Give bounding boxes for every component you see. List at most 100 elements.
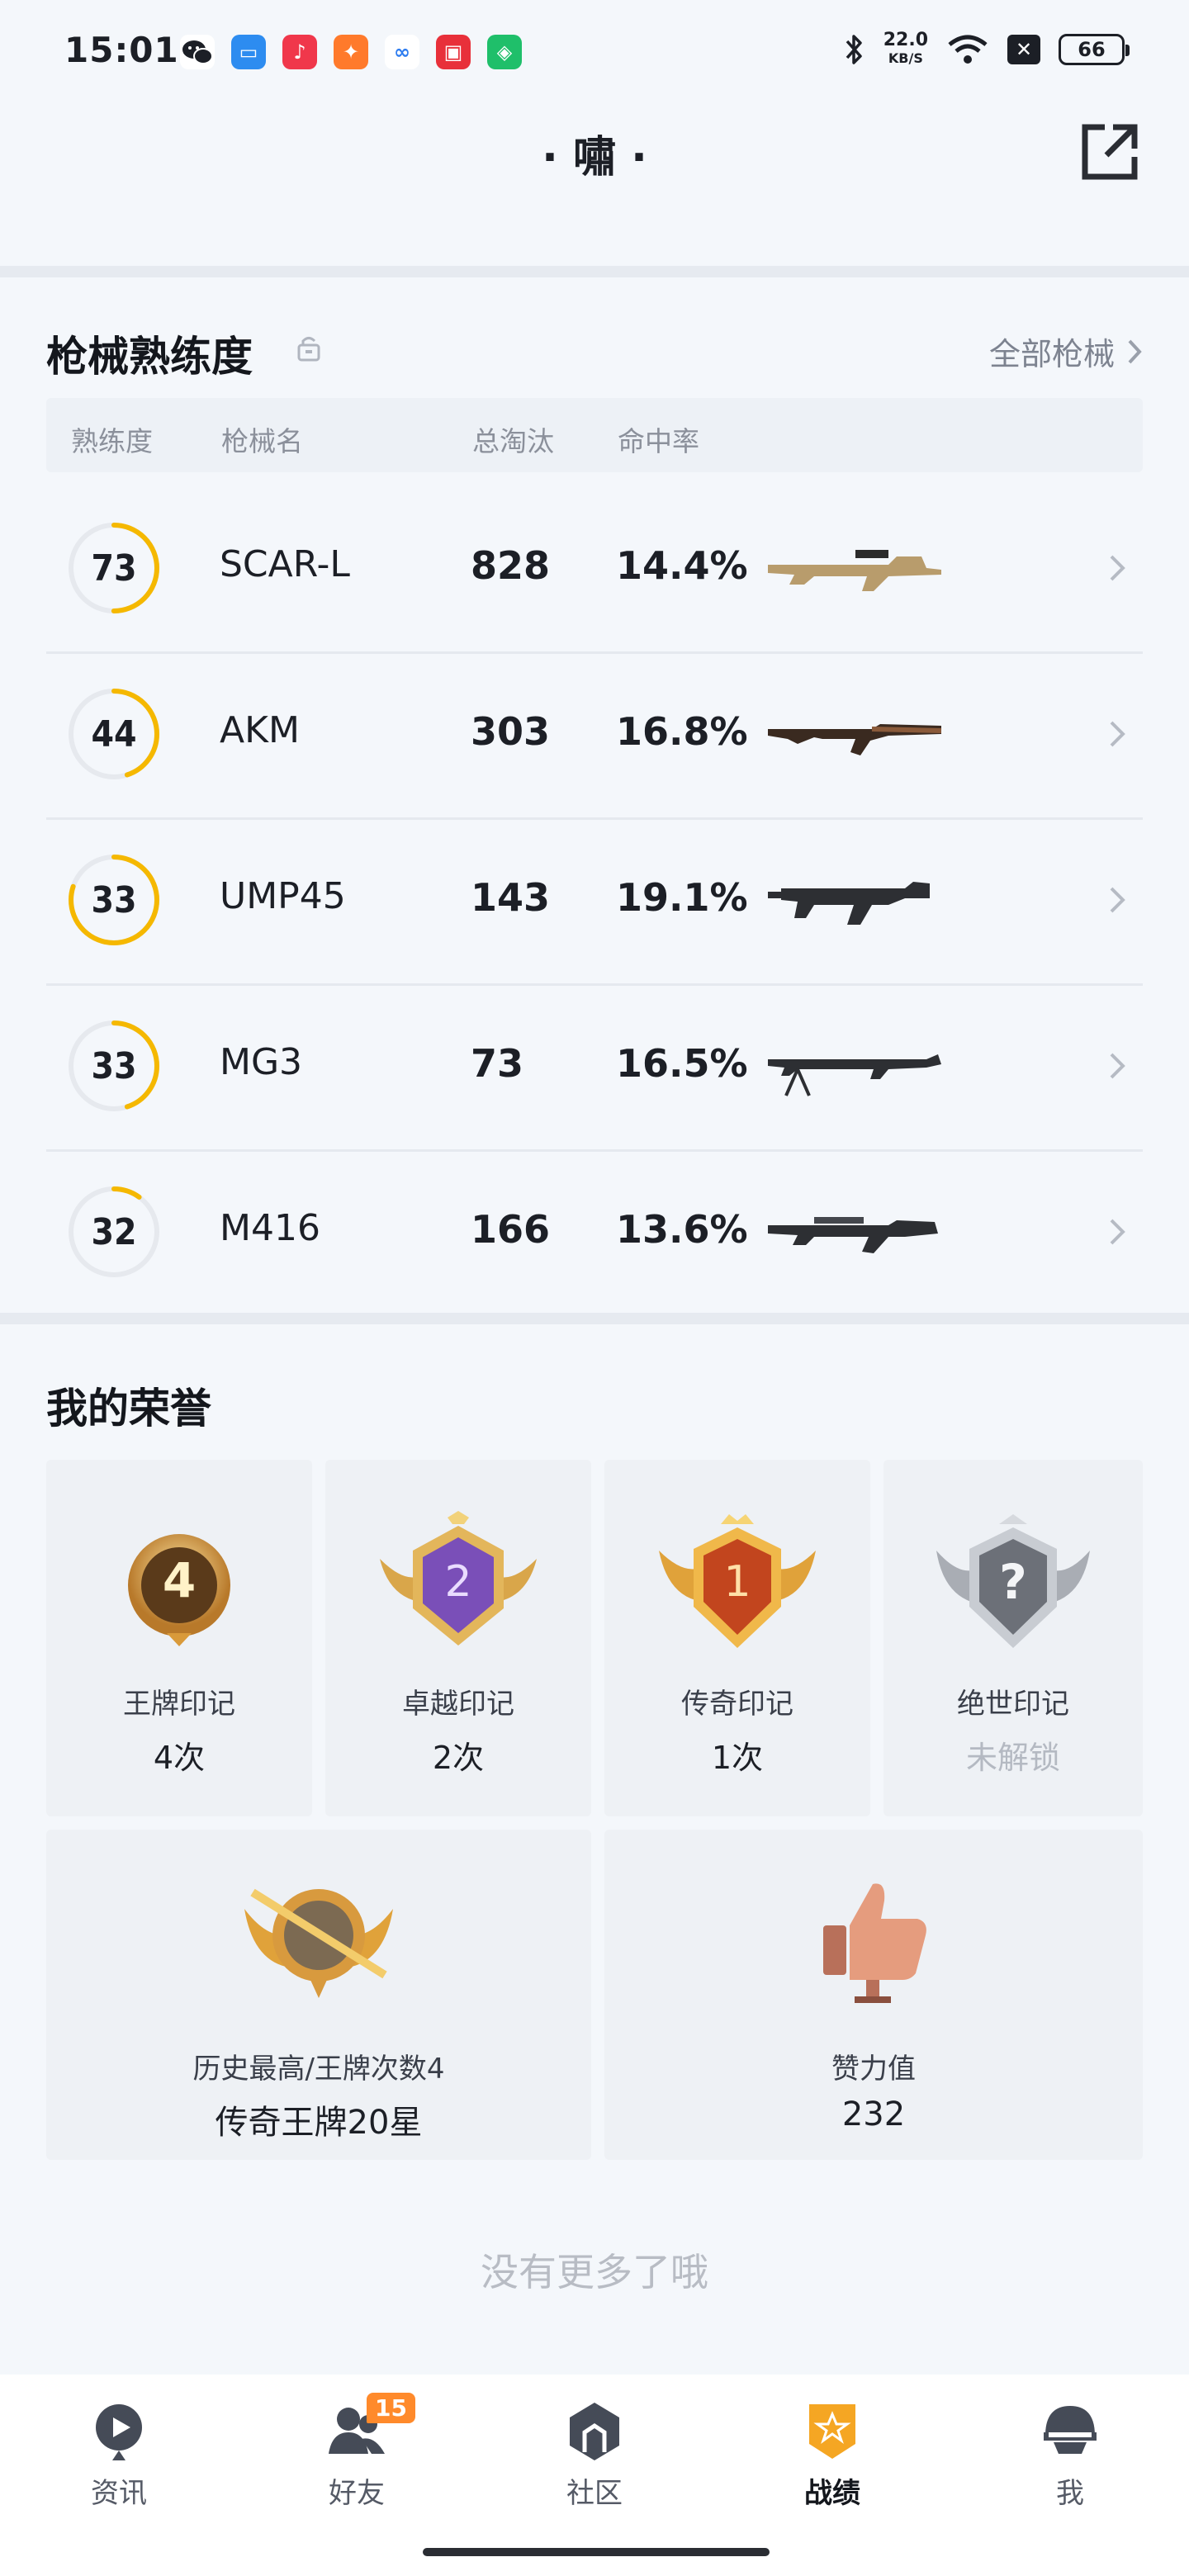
nav-item-news[interactable]: 资讯	[53, 2399, 185, 2523]
wechat-icon	[180, 35, 215, 69]
honor-value: 4次	[153, 1740, 206, 1776]
section-divider	[0, 266, 1189, 277]
weapon-image-icon	[768, 882, 930, 925]
section-divider	[0, 1313, 1189, 1324]
likes-label: 赞力值	[831, 2053, 916, 2086]
rank-emblem-icon	[244, 1888, 393, 1998]
weapon-image-icon	[768, 1217, 938, 1253]
nav-label: 战绩	[804, 2477, 860, 2510]
chevron-right-icon	[1128, 339, 1142, 363]
honor-value: 1次	[711, 1740, 764, 1776]
peerless-badge-symbol: ?	[999, 1554, 1027, 1610]
news-play-icon	[96, 2404, 142, 2460]
status-bar: 15:01 ▭ ♪ ✦ ∞ ▣ ◈ 22.0 KB/S ✕ 66	[0, 0, 1189, 102]
proficiency-value: 44	[91, 713, 137, 755]
thumbs-up-icon	[823, 1883, 926, 2003]
honor-card-legend[interactable]: 1 传奇印记 1次	[604, 1460, 870, 1816]
weapon-kills: 143	[471, 875, 551, 920]
weapon-kills: 828	[471, 543, 551, 588]
friends-badge: 15	[367, 2393, 415, 2423]
weapon-accuracy: 19.1%	[616, 875, 748, 920]
share-icon[interactable]	[1077, 119, 1143, 185]
home-indicator[interactable]	[423, 2548, 770, 2556]
weapon-name: UMP45	[220, 875, 346, 917]
weapon-row[interactable]: 44 AKM 303 16.8%	[46, 655, 1143, 820]
nav-label: 资讯	[91, 2477, 147, 2510]
legend-badge-number: 1	[723, 1557, 751, 1607]
honor-label: 传奇印记	[681, 1688, 793, 1721]
proficiency-value: 32	[91, 1210, 137, 1253]
proficiency-value: 33	[91, 878, 137, 921]
honor-label: 绝世印记	[957, 1688, 1069, 1721]
highest-rank-label: 历史最高/王牌次数4	[192, 2053, 445, 2086]
honor-value: 2次	[432, 1740, 485, 1776]
weapon-kills: 73	[471, 1041, 524, 1086]
page-header: · 嘯 ·	[0, 102, 1189, 268]
chevron-right-icon	[1110, 1053, 1125, 1079]
bluetooth-icon	[846, 35, 862, 64]
nav-item-stats[interactable]: 战绩	[766, 2399, 898, 2523]
nav-label: 我	[1056, 2477, 1084, 2510]
honor-card-ace[interactable]: 4 王牌印记 4次	[46, 1460, 312, 1816]
highest-rank-value: 传奇王牌20星	[215, 2104, 423, 2142]
shop-app-icon: ▣	[436, 35, 471, 69]
chevron-right-icon	[1110, 887, 1125, 913]
col-proficiency: 熟练度	[71, 425, 153, 457]
battery-indicator: 66	[1059, 34, 1130, 65]
chevron-right-icon	[1110, 721, 1125, 747]
chevron-right-icon	[1110, 555, 1125, 581]
notification-icons: ▭ ♪ ✦ ∞ ▣ ◈	[180, 35, 522, 69]
music-app-icon: ♪	[282, 35, 317, 69]
weapon-name: M416	[220, 1207, 320, 1249]
honor-card-excellent[interactable]: 2 卓越印记 2次	[325, 1460, 591, 1816]
honor-card-peerless[interactable]: ? 绝世印记 未解锁	[883, 1460, 1143, 1816]
weapon-row[interactable]: 33 UMP45 143 19.1%	[46, 821, 1143, 986]
wifi-icon	[948, 35, 988, 64]
page-title: · 嘯 ·	[542, 133, 647, 182]
community-icon	[570, 2403, 619, 2460]
weapon-row[interactable]: 73 SCAR-L 828 14.4%	[46, 489, 1143, 654]
chevron-right-icon	[1110, 1219, 1125, 1245]
honors-section-title: 我的荣誉	[46, 1385, 211, 1432]
weapon-row[interactable]: 32 M416 166 13.6%	[46, 1153, 1143, 1318]
lock-icon	[297, 337, 320, 362]
likes-value: 232	[841, 2095, 906, 2133]
nav-item-community[interactable]: 社区	[528, 2399, 661, 2523]
helmet-profile-icon	[1044, 2406, 1097, 2454]
bottom-nav: 资讯 15 好友 社区 战绩 我	[0, 2375, 1189, 2576]
weapon-accuracy: 16.8%	[616, 709, 748, 754]
weapon-image-icon	[768, 724, 942, 755]
ace-badge-number: 4	[162, 1552, 197, 1608]
likes-card[interactable]: 赞力值 232	[604, 1830, 1143, 2160]
security-app-icon: ◈	[487, 35, 522, 69]
honor-label: 王牌印记	[123, 1688, 235, 1721]
system-icons: 22.0 KB/S ✕ 66	[844, 31, 1130, 68]
game-app-icon: ✦	[334, 35, 368, 69]
cloud-app-icon: ∞	[385, 35, 419, 69]
weapon-kills: 166	[471, 1207, 551, 1252]
weapon-row[interactable]: 33 MG3 73 16.5%	[46, 987, 1143, 1152]
nav-item-me[interactable]: 我	[1004, 2399, 1136, 2523]
nav-label: 社区	[566, 2477, 623, 2510]
weapon-table-header: 熟练度 枪械名 总淘汰 命中率	[46, 398, 1143, 472]
nav-label: 好友	[329, 2477, 385, 2510]
weapon-name: MG3	[220, 1041, 303, 1083]
weapon-image-icon	[768, 550, 941, 591]
weapon-section-title: 枪械熟练度	[46, 333, 253, 381]
honor-value-locked: 未解锁	[965, 1740, 1060, 1776]
weapon-accuracy: 14.4%	[616, 543, 748, 588]
col-accuracy: 命中率	[618, 425, 699, 457]
weapon-image-icon	[768, 1054, 941, 1096]
calendar-app-icon: ▭	[231, 35, 266, 69]
stats-shield-icon	[809, 2404, 855, 2459]
weapon-name: AKM	[220, 709, 300, 751]
all-weapons-link[interactable]: 全部枪械	[989, 329, 1143, 374]
close-app-icon: ✕	[1007, 35, 1040, 64]
highest-rank-card[interactable]: 历史最高/王牌次数4 传奇王牌20星	[46, 1830, 591, 2160]
col-kills: 总淘汰	[472, 425, 554, 457]
weapon-kills: 303	[471, 709, 551, 754]
no-more-text: 没有更多了哦	[481, 2250, 708, 2294]
nav-item-friends[interactable]: 15 好友	[291, 2393, 423, 2523]
proficiency-value: 73	[91, 547, 137, 590]
col-weapon-name: 枪械名	[221, 425, 303, 457]
